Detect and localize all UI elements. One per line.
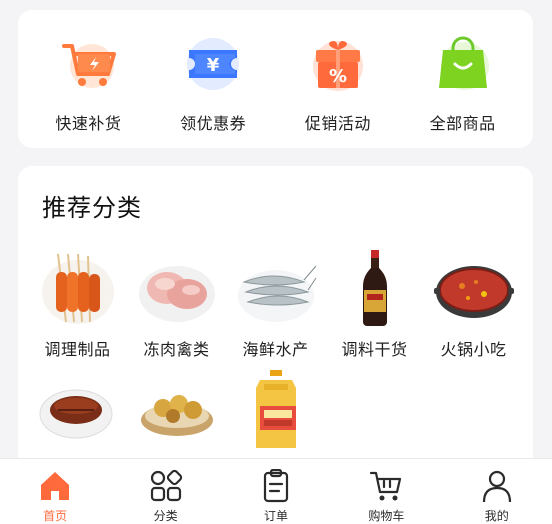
quick-action-coupon[interactable]: ¥ 领优惠券 — [153, 10, 273, 134]
cart-bolt-icon — [56, 34, 120, 94]
shrimp-image — [234, 248, 318, 328]
quick-action-label: 促销活动 — [304, 114, 371, 133]
category-item[interactable] — [127, 370, 226, 458]
order-clipboard-icon — [258, 468, 294, 503]
category-item[interactable]: 火锅小吃 — [424, 248, 523, 360]
tab-category[interactable]: 分类 — [121, 459, 211, 524]
quick-action-label: 快速补货 — [55, 114, 122, 133]
braised-pork-image — [36, 370, 120, 450]
quick-action-label: 全部商品 — [429, 114, 496, 133]
home-icon — [37, 469, 73, 503]
quick-actions-card: 快速补货 ¥ 领优惠券 % 促销活动 全部商品 — [18, 10, 533, 148]
category-item[interactable] — [226, 370, 325, 458]
svg-text:%: % — [329, 66, 347, 87]
shopping-bag-icon — [431, 34, 495, 94]
buns-image — [135, 370, 219, 450]
category-label: 调理制品 — [44, 340, 111, 359]
category-item[interactable]: 调理制品 — [28, 248, 127, 360]
frozen-poultry-image — [135, 248, 219, 328]
coupon-icon: ¥ — [181, 34, 245, 94]
tab-label: 首页 — [43, 509, 68, 523]
gift-percent-icon: % — [306, 34, 370, 94]
cooking-oil-image — [234, 370, 318, 450]
tab-label: 订单 — [263, 509, 288, 523]
tab-cart[interactable]: 购物车 — [341, 459, 431, 524]
quick-action-promotion[interactable]: % 促销活动 — [278, 10, 398, 134]
quick-action-all-products[interactable]: 全部商品 — [403, 10, 523, 134]
recommend-category-card: 推荐分类 调理制品 冻肉禽类 海鲜水产 调料干货 火锅小吃 — [18, 166, 533, 466]
quick-action-label: 领优惠券 — [180, 114, 247, 133]
category-item[interactable]: 调料干货 — [325, 248, 424, 360]
category-grid-icon — [148, 469, 184, 503]
tab-label: 我的 — [484, 509, 509, 523]
bottom-tab-bar: 首页 分类 订单 购物车 我的 — [0, 458, 552, 524]
section-title: 推荐分类 — [42, 194, 142, 222]
category-label: 冻肉禽类 — [143, 340, 210, 359]
tab-label: 购物车 — [368, 509, 405, 523]
cart-icon — [368, 469, 404, 503]
quick-action-fast-restock[interactable]: 快速补货 — [28, 10, 148, 134]
category-item[interactable] — [28, 370, 127, 458]
tab-home[interactable]: 首页 — [10, 459, 100, 524]
category-label: 海鲜水产 — [242, 340, 309, 359]
category-label: 火锅小吃 — [440, 340, 507, 359]
category-item[interactable]: 海鲜水产 — [226, 248, 325, 360]
soy-sauce-bottle-image — [333, 248, 417, 328]
tab-label: 分类 — [153, 509, 178, 523]
skewers-image — [36, 248, 120, 328]
category-item[interactable]: 冻肉禽类 — [127, 248, 226, 360]
tab-profile[interactable]: 我的 — [452, 459, 542, 524]
category-grid: 调理制品 冻肉禽类 海鲜水产 调料干货 火锅小吃 — [18, 248, 533, 458]
hotpot-image — [432, 248, 516, 328]
user-icon — [479, 469, 515, 503]
category-label: 调料干货 — [341, 340, 408, 359]
tab-orders[interactable]: 订单 — [231, 459, 321, 524]
svg-text:¥: ¥ — [207, 55, 220, 76]
